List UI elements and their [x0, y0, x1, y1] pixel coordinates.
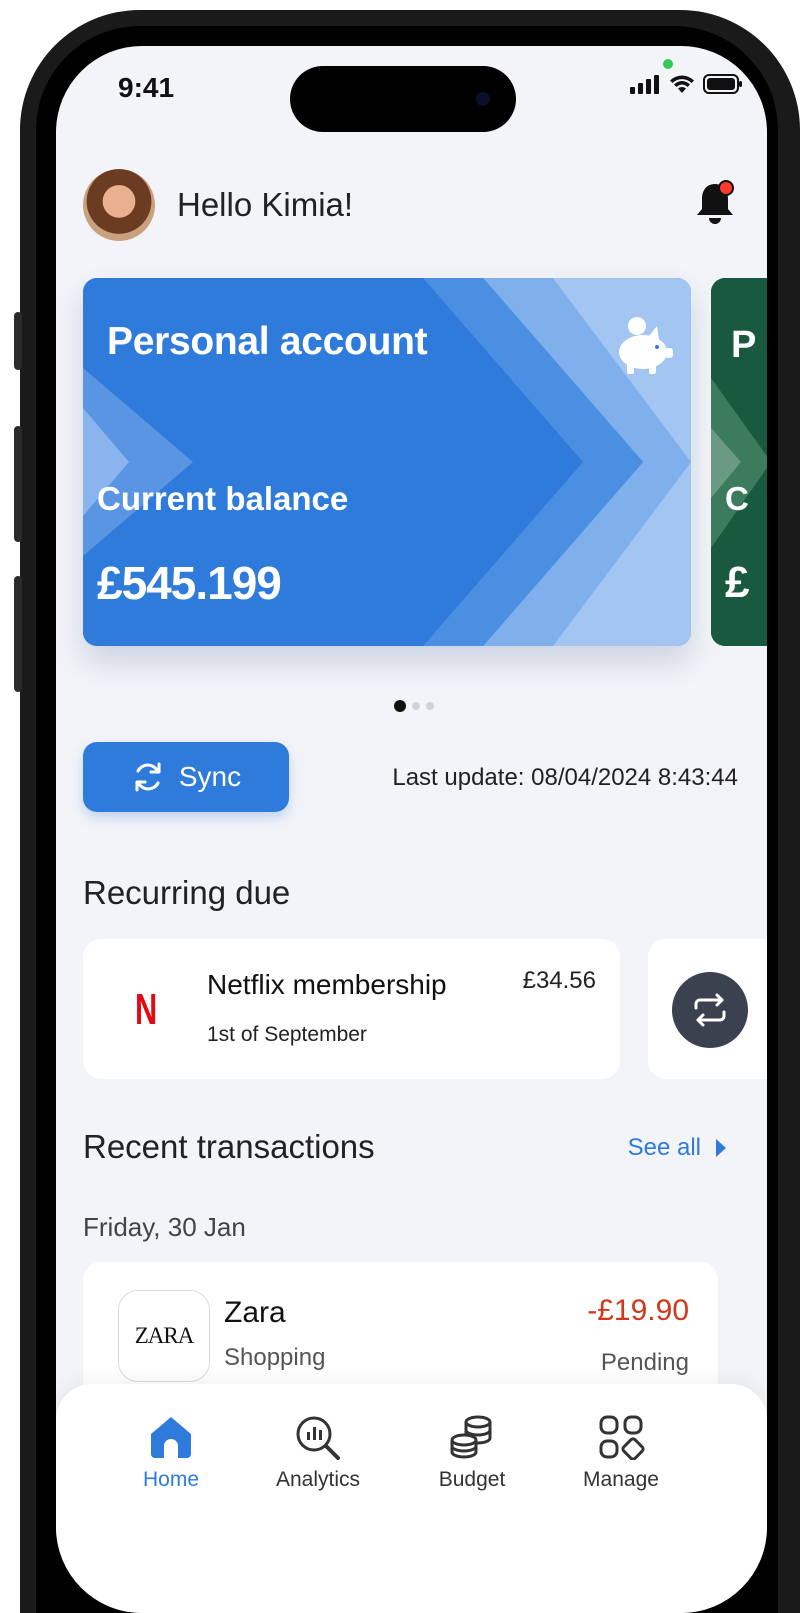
tab-analytics-label: Analytics: [275, 1468, 361, 1491]
privacy-indicator: [663, 59, 673, 69]
sync-label: Sync: [178, 761, 242, 792]
next-card-title: P: [731, 324, 757, 366]
transaction-category: Shopping: [224, 1344, 326, 1371]
balance-amount: £545.199: [97, 557, 282, 609]
notification-badge: [718, 180, 734, 196]
camera-icon: [476, 92, 490, 106]
wifi-icon: [670, 75, 694, 93]
carousel-dot[interactable]: [426, 702, 434, 710]
manage-icon: [599, 1415, 645, 1460]
status-icons: [629, 74, 743, 94]
transaction-status: Pending: [600, 1349, 689, 1376]
see-all-label: See all: [627, 1134, 701, 1161]
tab-manage-label: Manage: [583, 1468, 659, 1491]
notification-bell-icon[interactable]: [693, 178, 737, 226]
account-card-next[interactable]: P C £: [711, 278, 767, 646]
recurring-item[interactable]: N Netflix membership 1st of September £3…: [83, 939, 620, 1079]
carousel-indicator[interactable]: [394, 700, 434, 712]
recurring-item-next[interactable]: [648, 939, 767, 1079]
transaction-amount: -£19.90: [587, 1294, 689, 1327]
caret-right-icon: [716, 1139, 726, 1157]
volume-down-button: [14, 576, 22, 692]
recurring-title: Recurring due: [83, 874, 291, 911]
recurring-date: 1st of September: [207, 1023, 367, 1046]
tab-manage[interactable]: Manage: [561, 1414, 681, 1492]
account-card-personal[interactable]: Personal account Current balance £545.19…: [83, 278, 691, 646]
bottom-tab-bar: Home Analytics Budget Manage: [56, 1384, 767, 1613]
balance-label: Current balance: [97, 480, 349, 517]
transactions-date: Friday, 30 Jan: [83, 1212, 246, 1242]
netflix-logo: N: [135, 985, 158, 1034]
greeting-text: Hello Kimia!: [177, 186, 354, 223]
account-carousel[interactable]: Personal account Current balance £545.19…: [83, 278, 767, 648]
repeat-icon: [694, 993, 726, 1027]
home-icon: [151, 1417, 191, 1458]
account-title: Personal account: [107, 320, 428, 363]
last-update-text: Last update: 08/04/2024 8:43:44: [392, 764, 738, 791]
tab-home[interactable]: Home: [111, 1414, 231, 1492]
carousel-dot[interactable]: [412, 702, 420, 710]
repeat-button[interactable]: [672, 972, 748, 1048]
see-all-link[interactable]: See all: [628, 1134, 727, 1162]
analytics-icon: [296, 1416, 340, 1460]
sync-icon: [135, 762, 161, 792]
greeting-row: Hello Kimia!: [83, 169, 353, 241]
signal-icon: [630, 75, 659, 94]
side-button: [14, 312, 22, 370]
next-card-label: C: [725, 480, 749, 517]
zara-logo: ZARA: [118, 1290, 210, 1382]
avatar[interactable]: [83, 169, 155, 241]
next-card-balance: £: [725, 558, 750, 607]
carousel-dot[interactable]: [394, 700, 406, 712]
dynamic-island: [290, 66, 516, 132]
recurring-amount: £34.56: [522, 967, 596, 994]
piggy-bank-icon: [619, 317, 673, 374]
tab-home-label: Home: [142, 1468, 200, 1491]
recurring-name: Netflix membership: [207, 969, 447, 1000]
transaction-merchant: Zara: [224, 1296, 286, 1329]
app-screen: 9:41 Hello Kimia! Personal account Curre…: [56, 46, 767, 1613]
budget-icon: [450, 1415, 492, 1459]
tab-budget[interactable]: Budget: [412, 1414, 532, 1492]
status-time: 9:41: [118, 72, 175, 103]
sync-button[interactable]: Sync: [83, 742, 289, 812]
volume-up-button: [14, 426, 22, 542]
tab-analytics[interactable]: Analytics: [258, 1414, 378, 1492]
transactions-title: Recent transactions: [83, 1128, 375, 1165]
tab-budget-label: Budget: [438, 1468, 506, 1491]
battery-icon: [703, 74, 742, 94]
